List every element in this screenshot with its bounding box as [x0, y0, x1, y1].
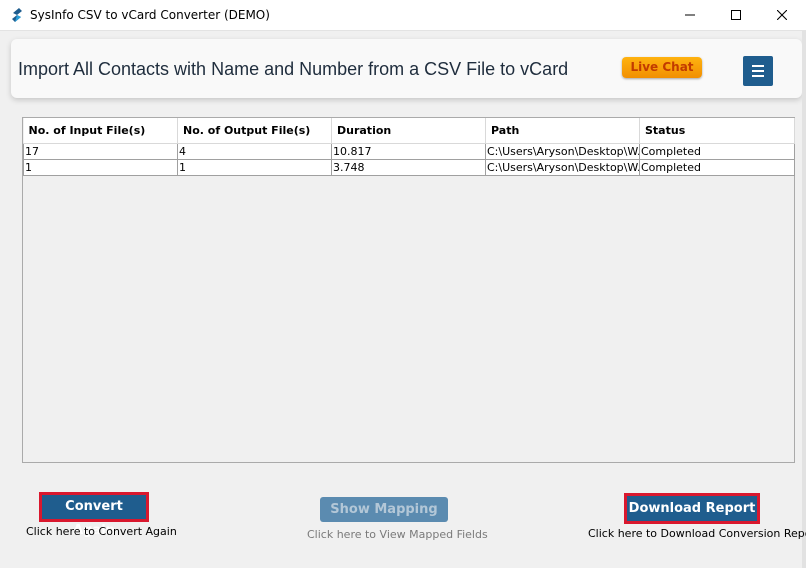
cell-status: Completed [639, 158, 795, 176]
sysinfo-logo-icon [12, 8, 22, 22]
table-row[interactable]: 17 4 10.817 C:\Users\Aryson\Desktop\W...… [23, 142, 795, 160]
close-icon [777, 10, 787, 20]
window-title: SysInfo CSV to vCard Converter (DEMO) [30, 8, 270, 22]
cell-status: Completed [639, 142, 795, 160]
download-report-highlight: Download Report [624, 493, 760, 524]
page-title: Import All Contacts with Name and Number… [18, 59, 569, 79]
convert-again-highlight: Convert Again [39, 492, 149, 538]
convert-again-button[interactable]: Convert Again [42, 495, 146, 538]
window-edge [802, 31, 806, 568]
column-header-duration[interactable]: Duration [331, 118, 486, 144]
table-row[interactable]: 1 1 3.748 C:\Users\Aryson\Desktop\W... C… [23, 158, 795, 176]
maximize-icon [731, 10, 741, 20]
column-header-path[interactable]: Path [485, 118, 640, 144]
column-header-output[interactable]: No. of Output File(s) [177, 118, 332, 144]
table-header-row: No. of Input File(s) No. of Output File(… [23, 118, 795, 144]
cell-duration: 10.817 [331, 142, 486, 160]
cell-path: C:\Users\Aryson\Desktop\W... [485, 158, 640, 176]
conversion-result-table: No. of Input File(s) No. of Output File(… [22, 117, 795, 463]
result-grid: No. of Input File(s) No. of Output File(… [23, 118, 795, 176]
minimize-icon [685, 14, 695, 16]
hamburger-menu-icon [752, 75, 764, 77]
column-header-status[interactable]: Status [639, 118, 795, 144]
cell-output: 1 [177, 158, 332, 176]
cell-duration: 3.748 [331, 158, 486, 176]
cell-input: 1 [23, 158, 178, 176]
cell-output: 4 [177, 142, 332, 160]
maximize-button[interactable] [713, 0, 759, 30]
close-button[interactable] [759, 0, 805, 30]
cell-path: C:\Users\Aryson\Desktop\W... [485, 142, 640, 160]
live-chat-button[interactable]: Live Chat [622, 57, 702, 78]
menu-button[interactable] [743, 56, 773, 86]
download-report-button[interactable]: Download Report [627, 496, 757, 521]
hamburger-menu-icon [752, 70, 764, 72]
cell-input: 17 [23, 142, 178, 160]
header-banner: Import All Contacts with Name and Number… [11, 39, 802, 98]
convert-again-caption: Click here to Convert Again [26, 525, 177, 538]
hamburger-menu-icon [752, 65, 764, 67]
download-report-caption: Click here to Download Conversion Report [588, 527, 806, 540]
minimize-button[interactable] [667, 0, 713, 30]
show-mapping-caption: Click here to View Mapped Fields [307, 528, 488, 541]
title-bar: SysInfo CSV to vCard Converter (DEMO) [0, 0, 806, 31]
column-header-input[interactable]: No. of Input File(s) [23, 118, 178, 144]
show-mapping-button[interactable]: Show Mapping [320, 497, 448, 522]
